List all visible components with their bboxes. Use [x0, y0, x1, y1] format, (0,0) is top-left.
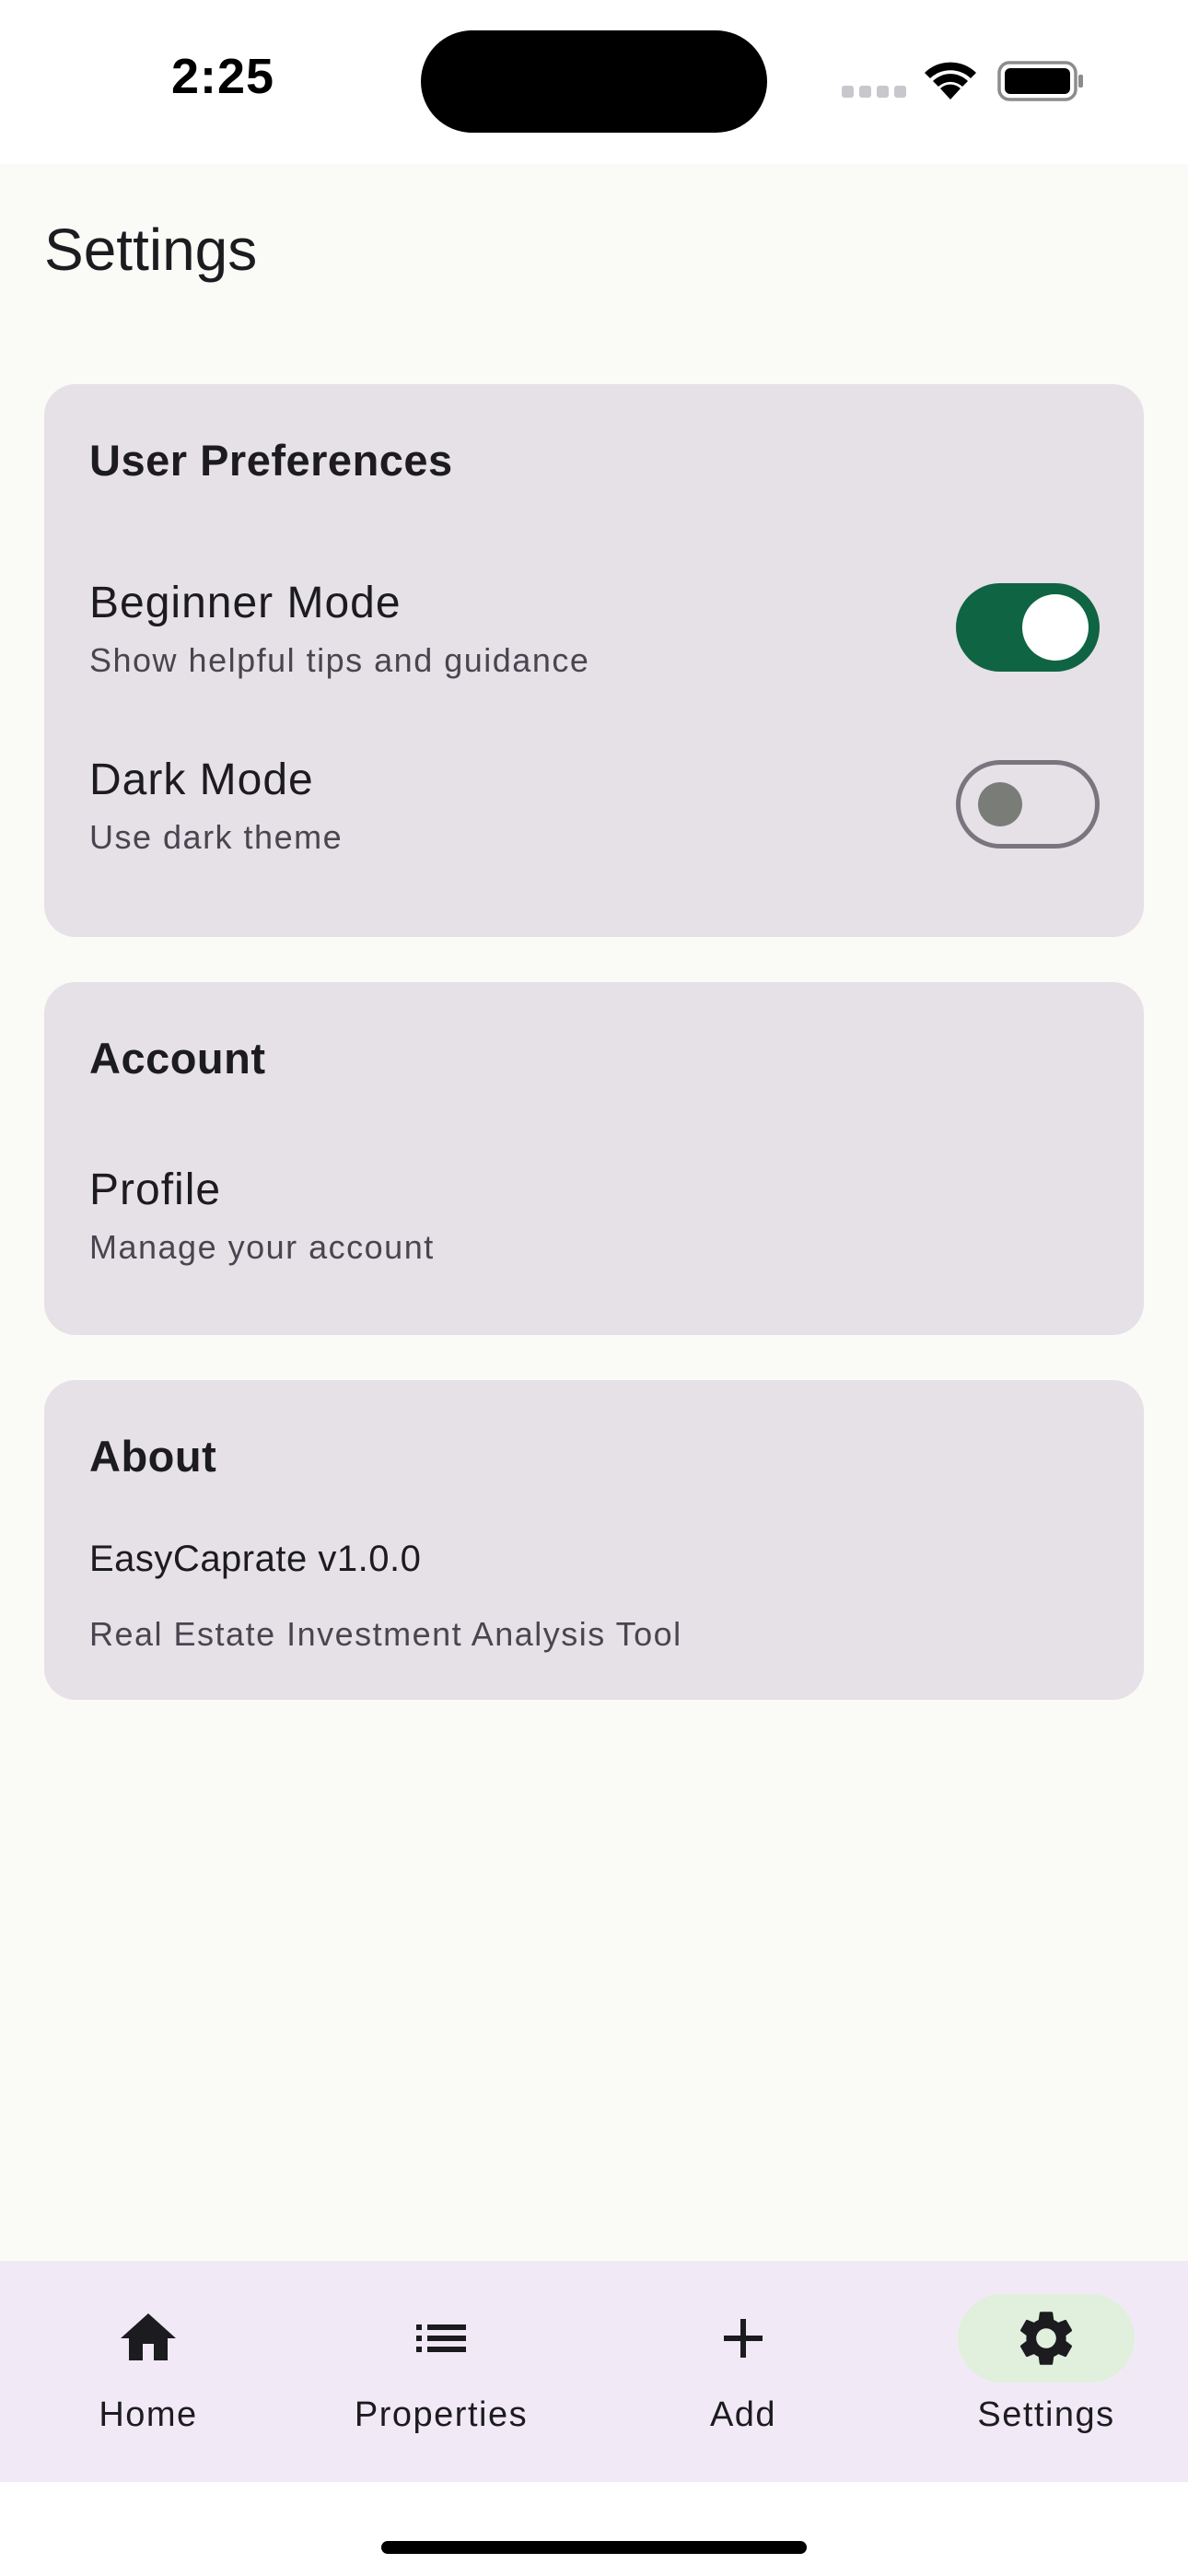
- profile-description: Manage your account: [89, 1228, 435, 1266]
- gear-icon: [1019, 2312, 1073, 2365]
- nav-item-add[interactable]: Add: [595, 2261, 891, 2482]
- page-title: Settings: [44, 217, 258, 283]
- bottom-navigation: Home Properties Add Settings: [0, 2261, 1188, 2482]
- home-icon: [121, 2313, 176, 2360]
- nav-item-settings[interactable]: Settings: [898, 2261, 1188, 2482]
- account-heading: Account: [89, 1034, 266, 1083]
- nav-label-properties: Properties: [354, 2395, 529, 2434]
- nav-label-settings: Settings: [977, 2395, 1115, 2434]
- status-time: 2:25: [171, 49, 275, 104]
- nav-label-home: Home: [99, 2395, 198, 2434]
- status-bar: 2:25: [0, 0, 1188, 164]
- battery-icon: [997, 61, 1083, 101]
- beginner-mode-label: Beginner Mode: [89, 579, 402, 627]
- toggle-knob: [1022, 594, 1089, 661]
- user-preferences-card: User Preferences Beginner Mode Show help…: [44, 384, 1144, 937]
- toggle-knob: [978, 782, 1022, 826]
- home-indicator-area: [0, 2482, 1188, 2576]
- dark-mode-label: Dark Mode: [89, 755, 314, 804]
- about-card: About EasyCaprate v1.0.0 Real Estate Inv…: [44, 1380, 1144, 1700]
- wifi-icon: [925, 62, 976, 100]
- app-version: EasyCaprate v1.0.0: [89, 1539, 422, 1579]
- dynamic-island: [421, 30, 767, 133]
- plus-icon: [724, 2319, 763, 2358]
- nav-item-home[interactable]: Home: [0, 2261, 297, 2482]
- nav-item-properties[interactable]: Properties: [293, 2261, 589, 2482]
- dark-mode-description: Use dark theme: [89, 818, 344, 856]
- dark-mode-toggle[interactable]: [956, 760, 1100, 849]
- list-icon: [416, 2324, 466, 2352]
- user-preferences-heading: User Preferences: [89, 436, 453, 485]
- account-card: Account Profile Manage your account: [44, 982, 1144, 1335]
- nav-label-add: Add: [709, 2395, 777, 2434]
- home-indicator[interactable]: [381, 2541, 807, 2554]
- profile-label: Profile: [89, 1165, 222, 1214]
- app-description: Real Estate Investment Analysis Tool: [89, 1615, 682, 1653]
- about-heading: About: [89, 1432, 217, 1481]
- beginner-mode-toggle[interactable]: [956, 583, 1100, 672]
- beginner-mode-description: Show helpful tips and guidance: [89, 641, 590, 679]
